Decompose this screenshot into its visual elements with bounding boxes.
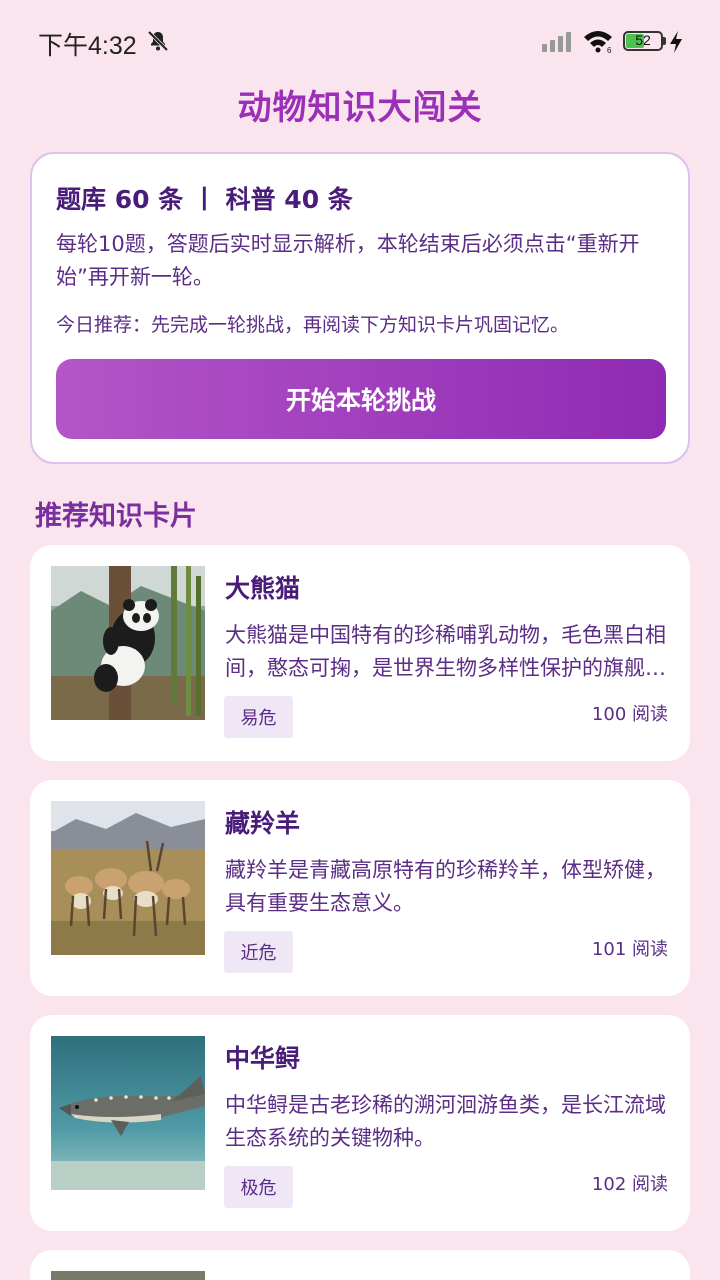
charging-icon	[670, 31, 682, 53]
battery-level: 52	[635, 32, 651, 48]
wifi-icon: 6	[584, 31, 612, 53]
card-title: 大熊猫	[225, 574, 301, 603]
conservation-status-badge: 易危	[224, 696, 293, 738]
signal-icon	[542, 32, 571, 52]
card-description: 中华鲟是古老珍稀的溯河洄游鱼类，是长江流域生态系统的关键物种。	[225, 1093, 666, 1150]
bell-off-icon	[147, 30, 169, 52]
rules-description: 每轮10题，答题后实时显示解析，本轮结束后必须点击“重新开始”再开新一轮。	[56, 232, 640, 289]
panda-image	[51, 566, 205, 720]
status-time: 下午4:32	[38, 32, 137, 60]
battery-icon: 52	[623, 31, 663, 51]
intro-card: 题库 60 条 丨 科普 40 条 每轮10题，答题后实时显示解析，本轮结束后必…	[30, 152, 690, 464]
daily-tip: 今日推荐：先完成一轮挑战，再阅读下方知识卡片巩固记忆。	[56, 314, 570, 336]
card-title: 中华鲟	[225, 1044, 301, 1073]
knowledge-card-antelope[interactable]: 藏羚羊 藏羚羊是青藏高原特有的珍稀羚羊，体型矫健，具有重要生态意义。 近危 10…	[30, 780, 690, 996]
knowledge-card-sturgeon[interactable]: 中华鲟 中华鲟是古老珍稀的溯河洄游鱼类，是长江流域生态系统的关键物种。 极危 1…	[30, 1015, 690, 1231]
knowledge-card-panda[interactable]: 大熊猫 大熊猫是中国特有的珍稀哺乳动物，毛色黑白相间，憨态可掬，是世界生物多样性…	[30, 545, 690, 761]
read-count: 100 阅读	[591, 704, 668, 725]
card-description: 藏羚羊是青藏高原特有的珍稀羚羊，体型矫健，具有重要生态意义。	[225, 858, 666, 915]
svg-text:6: 6	[607, 46, 612, 53]
status-bar: 下午4:32 6 52	[0, 0, 720, 84]
conservation-status-badge: 极危	[224, 1166, 293, 1208]
start-challenge-button[interactable]: 开始本轮挑战	[56, 359, 666, 439]
page-title: 动物知识大闯关	[237, 88, 483, 128]
section-title: 推荐知识卡片	[35, 501, 197, 532]
card-description: 大熊猫是中国特有的珍稀哺乳动物，毛色黑白相间，憨态可掬，是世界生物多样性保护的旗…	[225, 623, 666, 680]
question-bank-stats: 题库 60 条 丨 科普 40 条	[56, 185, 353, 214]
tibetan-antelope-image	[51, 801, 205, 955]
card-image-partial	[51, 1271, 205, 1280]
read-count: 101 阅读	[591, 939, 668, 960]
chinese-sturgeon-image	[51, 1036, 205, 1190]
read-count: 102 阅读	[591, 1174, 668, 1195]
card-title: 藏羚羊	[225, 809, 301, 838]
knowledge-card-partial[interactable]	[30, 1250, 690, 1280]
conservation-status-badge: 近危	[224, 931, 293, 973]
